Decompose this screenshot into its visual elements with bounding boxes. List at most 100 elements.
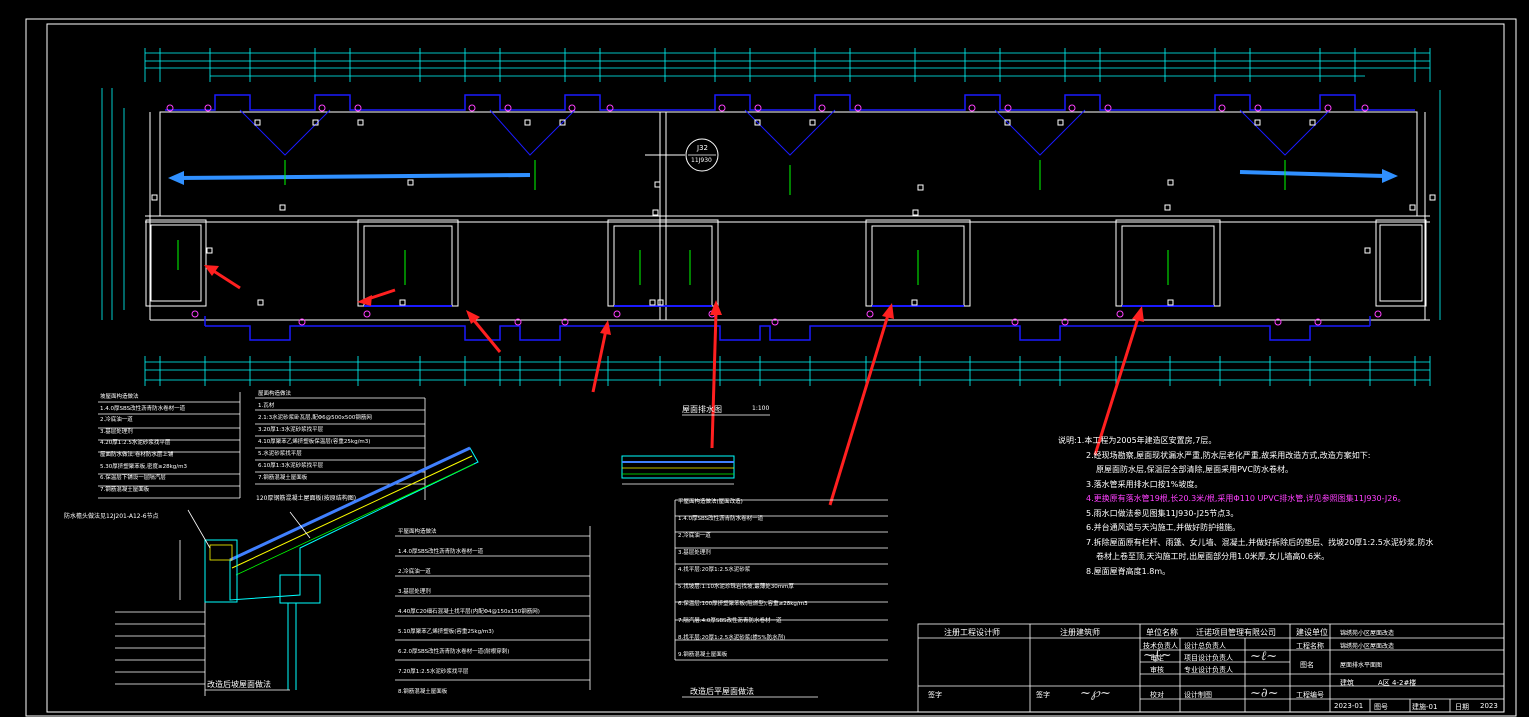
bottom-dimensions	[145, 361, 1430, 381]
outlet-square	[911, 299, 918, 306]
legend-item: 1.4.0厚SBS改性沥青防水卷材一道	[100, 405, 186, 412]
tb-date: 2023	[1480, 702, 1498, 710]
outlet-square	[1167, 179, 1174, 186]
outlet-square	[407, 179, 414, 186]
slope-layer-note: 120厚钢筋混凝土屋面板(按原结构图)	[256, 495, 357, 502]
rain-outlet	[1324, 104, 1332, 112]
top-gutter	[165, 94, 1415, 341]
tb-drawing-name: 屋面排水平面图	[1340, 662, 1383, 669]
tb-drawing-name-label: 图名	[1300, 661, 1314, 669]
plan-label: 屋面排水图	[682, 405, 722, 414]
outlet-square	[524, 119, 531, 126]
tb-scope: A区 4-2#楼	[1378, 679, 1417, 687]
rain-outlet	[363, 310, 371, 318]
legend-item: 7.隔汽层:4.0厚SBS改性沥青防水卷材一道	[678, 618, 782, 624]
legend-mid: 屋面构造做法 1.瓦材 2.1:3水泥砂浆卧瓦层,配Φ6@500x500钢筋网 …	[258, 388, 424, 484]
tb-client: 锦绣苑小区屋面改造	[1340, 630, 1395, 637]
legend-item: 7.20厚1:2.5水泥砂浆找平层	[398, 669, 469, 675]
legend-item: 屋面防水做法:卷材防水层上铺	[100, 451, 174, 458]
roof-valleys	[239, 109, 1331, 156]
legend-item: 7.钢筋混凝土屋面板	[258, 475, 308, 481]
detail-ref-number: J32	[697, 144, 708, 152]
bottom-dim-ticks	[144, 356, 1431, 386]
rain-outlet	[1218, 104, 1226, 112]
outlet-square	[151, 194, 158, 201]
signature-3: ~ℓ~	[1250, 649, 1278, 664]
legend-item: 3.基层处理剂	[678, 550, 711, 556]
left-dimensions	[101, 88, 125, 320]
legend-item: 5.10厚聚苯乙烯挤塑板(容重25kg/m3)	[398, 629, 494, 635]
tb-sign-label2: 签字	[1036, 691, 1050, 699]
note-line: 4.更换原有落水管19根,长20.3米/根,采用Φ110 UPVC排水管,详见参…	[1086, 494, 1406, 503]
rain-outlet	[1116, 310, 1124, 318]
outlet-square	[279, 204, 286, 211]
legend-item: 8.钢筋混凝土屋面板	[398, 689, 448, 695]
tb-date-label: 日期	[1455, 703, 1469, 711]
rain-outlet	[1374, 310, 1382, 318]
rain-outlet	[318, 104, 326, 112]
legend-item: 1.4.0厚SBS改性沥青防水卷材一道	[678, 516, 764, 522]
outlet-square	[1364, 247, 1371, 254]
tb-head1: 注册工程设计师	[944, 628, 1000, 637]
signature-2: ~∫~	[1143, 648, 1172, 663]
legend-item: 2.1:3水泥砂浆卧瓦层,配Φ6@500x500钢筋网	[258, 415, 372, 421]
plan-scale: 1:100	[752, 405, 770, 412]
legend-item: 4.找平层:20厚1:2.5水泥砂浆	[678, 567, 751, 573]
legend-title: 平屋面构造做法(屋面改造)	[678, 499, 743, 505]
tb-dept: 建筑	[1340, 679, 1354, 687]
legend-item: 1.4.0厚SBS改性沥青防水卷材一道	[398, 549, 484, 555]
tb-head2: 注册建筑师	[1060, 628, 1100, 637]
legend-item: 2.冷底油一道	[398, 569, 431, 575]
eave-ref-note: 防水檐头做法见12J201-A12-6节点	[64, 513, 159, 520]
rain-outlet	[866, 310, 874, 318]
rain-outlet	[818, 104, 826, 112]
tb-design-lead: 设计总负责人	[1184, 642, 1226, 650]
outlet-square	[652, 209, 659, 216]
note-line: 5.雨水口做法参见图集11J930-J25节点3。	[1086, 508, 1239, 518]
note-line: 2.经现场勘察,屋面现状漏水严重,防水层老化严重,故采用改造方式,改造方案如下:	[1086, 450, 1371, 460]
note-line: 7.拆除屋面原有栏杆、雨篷、女儿墙、混凝土,并做好拆除后的垫层、找坡20厚1:2…	[1086, 537, 1434, 547]
legend-item: 6.10厚1:3水泥砂浆找平层	[258, 463, 324, 469]
tb-fig-label: 图号	[1374, 703, 1388, 711]
rain-outlets	[166, 104, 1382, 326]
legend-item: 5.水泥砂浆找平层	[258, 451, 302, 457]
legend-item: 3.基层处理剂	[398, 589, 431, 595]
rain-outlet	[191, 310, 199, 318]
note-line: 6.并台通风道与天沟施工,并做好防护措施。	[1086, 523, 1241, 532]
note-line: 原屋面防水层,保温层全部清除,屋面采用PVC防水卷材。	[1096, 465, 1293, 474]
tb-project-label: 工程名称	[1296, 642, 1324, 650]
outlet-square	[1429, 194, 1436, 201]
tb-fig-no: 建施-01	[1412, 703, 1438, 711]
tb-proj-no: 2023-01	[1334, 702, 1364, 710]
note-line: 3.落水管采用排水口按1%坡度。	[1086, 479, 1203, 489]
legend-item: 5.找坡层:1:10水泥珍珠岩找坡,最薄处30mm厚	[678, 584, 794, 590]
outlet-square	[1409, 204, 1416, 211]
outlet-square	[917, 184, 924, 191]
tb-pro-lead: 专业设计负责人	[1184, 666, 1233, 674]
legend-item: 4.40厚C20细石混凝土找平层(内配Φ4@150x150钢筋网)	[398, 609, 540, 615]
bottom-caption: 改造后平屋面做法	[690, 687, 754, 696]
rain-outlet	[968, 104, 976, 112]
tb-draw: 设计制图	[1184, 691, 1212, 699]
rain-outlet	[613, 310, 621, 318]
legend-title: 平屋面构造做法	[398, 529, 437, 535]
legend-item: 8.找平层:20厚1:2.5水泥砂浆(掺5%防水剂)	[678, 635, 786, 641]
outlet-square	[1164, 204, 1171, 211]
outlet-square	[654, 181, 661, 188]
note-line: 8.屋面屋脊高度1.8m。	[1086, 566, 1171, 576]
stair-bays	[145, 219, 1427, 307]
legend-item: 9.钢筋混凝土屋面板	[678, 652, 728, 658]
outlet-square	[399, 299, 406, 306]
tb-no-label: 工程编号	[1296, 691, 1324, 699]
design-notes: 说明:1.本工程为2005年建造区安置房,7层。 2.经现场勘察,屋面现状漏水严…	[1058, 434, 1518, 579]
legend-right: 平屋面构造做法(屋面改造) 1.4.0厚SBS改性沥青防水卷材一道 2.冷底油一…	[678, 494, 888, 664]
flat-roof-section	[621, 455, 735, 485]
legend-item: 4.10厚聚苯乙烯挤塑板保温层(容重25kg/m3)	[258, 439, 371, 445]
outlet-square	[206, 247, 213, 254]
legend-title: 屋面构造做法	[258, 391, 292, 397]
tb-client-label: 建设单位	[1296, 628, 1328, 637]
outlet-square	[649, 299, 656, 306]
legend-item: 6.保温层下铺设一层隔汽层	[100, 475, 166, 482]
rain-outlet	[1068, 104, 1076, 112]
outlet-square	[1167, 299, 1174, 306]
